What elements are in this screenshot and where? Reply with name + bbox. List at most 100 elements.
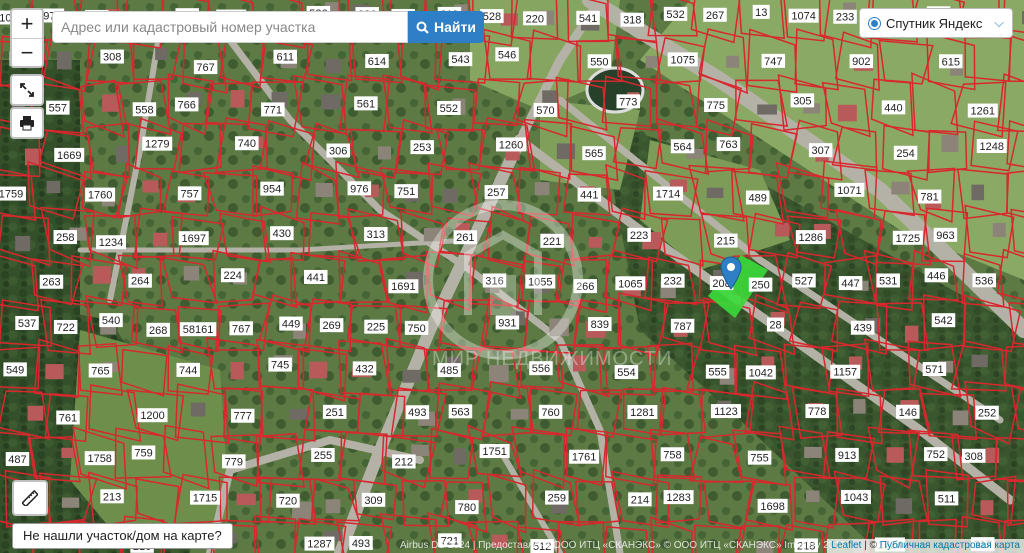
parcel-label[interactable]: 752 [924,447,948,462]
parcel-label[interactable]: 552 [437,100,461,115]
parcel-label[interactable]: 787 [670,318,695,333]
parcel-label[interactable]: 268 [146,322,170,337]
parcel-label[interactable]: 1261 [967,103,998,118]
parcel-label[interactable]: 563 [448,404,473,419]
parcel-label[interactable]: 1715 [190,490,221,505]
parcel-label[interactable]: 976 [347,181,372,196]
parcel-label[interactable]: 779 [222,454,246,469]
parcel-label[interactable]: 565 [582,146,606,161]
parcel-label[interactable]: 430 [270,226,294,241]
parcel-label[interactable]: 546 [495,47,519,62]
parcel-label[interactable]: 557 [46,100,70,115]
parcel-label[interactable]: 446 [924,268,949,283]
parcel-label[interactable]: 744 [176,362,200,377]
parcel-label[interactable]: 432 [352,361,377,376]
parcel-label[interactable]: 775 [704,98,728,113]
parcel-label[interactable]: 263 [39,274,64,289]
parcel-label[interactable]: 561 [354,96,378,111]
parcel-label[interactable]: 439 [850,320,875,335]
parcel-label[interactable]: 1043 [840,489,871,504]
parcel-label[interactable]: 761 [56,410,80,425]
print-button[interactable] [10,107,44,139]
parcel-label[interactable]: 1287 [304,536,335,551]
parcel-label[interactable]: 750 [404,320,429,335]
parcel-label[interactable]: 1065 [615,276,646,291]
parcel-label[interactable]: 493 [405,405,430,420]
parcel-label[interactable]: 511 [934,491,959,506]
parcel-label[interactable]: 611 [273,49,298,64]
parcel-label[interactable]: 254 [893,145,918,160]
parcel-label[interactable]: 781 [917,189,942,204]
parcel-label[interactable]: 1200 [137,408,168,423]
parcel-label[interactable]: 1761 [569,449,600,464]
parcel-label[interactable]: 555 [705,364,730,379]
parcel-label[interactable]: 963 [933,227,958,242]
parcel-label[interactable]: 1669 [54,147,85,162]
parcel-label[interactable]: 224 [220,268,245,283]
parcel-label[interactable]: 1283 [663,490,694,505]
parcel-label[interactable]: 307 [808,143,833,158]
parcel-label[interactable]: 902 [849,54,874,69]
parcel-label[interactable]: 1725 [892,230,923,245]
parcel-label[interactable]: 1691 [388,279,419,294]
parcel-label[interactable]: 267 [703,7,727,22]
parcel-label[interactable]: 720 [276,493,300,508]
parcel-label[interactable]: 13 [752,4,770,19]
parcel-label[interactable]: 543 [448,52,473,67]
parcel-label[interactable]: 213 [100,489,124,504]
parcel-label[interactable]: 257 [484,185,509,200]
parcel-label[interactable]: 747 [761,53,786,68]
parcel-label[interactable]: 570 [533,102,558,117]
parcel-label[interactable]: 767 [229,321,253,336]
parcel-label[interactable]: 308 [961,448,986,463]
parcel-label[interactable]: 221 [540,233,564,248]
parcel-label[interactable]: 306 [326,143,350,158]
parcel-label[interactable]: 252 [975,405,999,420]
parcel-label[interactable]: 233 [833,9,857,24]
parcel-label[interactable]: 58161 [179,322,217,337]
parcel-label[interactable]: 564 [670,139,695,154]
parcel-label[interactable]: 839 [588,317,612,332]
parcel-label[interactable]: 232 [661,273,685,288]
parcel-label[interactable]: 255 [311,447,335,462]
parcel-label[interactable]: 250 [748,277,773,292]
parcel-label[interactable]: 318 [620,12,645,27]
parcel-label[interactable]: 269 [319,318,344,333]
parcel-label[interactable]: 527 [792,273,816,288]
parcel-label[interactable]: 765 [88,363,113,378]
parcel-label[interactable]: 212 [392,454,416,469]
parcel-label[interactable]: 1071 [834,182,865,197]
layer-select[interactable]: Спутник Яндекс ⌵ [859,8,1013,38]
parcel-label[interactable]: 614 [365,53,389,68]
parcel-label[interactable]: 757 [177,186,202,201]
parcel-label[interactable]: 441 [577,187,602,202]
parcel-label[interactable]: 954 [260,181,284,196]
parcel-label[interactable]: 251 [322,404,347,419]
parcel-label[interactable]: 1286 [795,230,826,245]
parcel-label[interactable]: 778 [805,404,829,419]
parcel-label[interactable]: 258 [53,230,78,245]
parcel-label[interactable]: 305 [790,93,815,108]
zoom-out-button[interactable]: − [12,38,42,67]
parcel-label[interactable]: 1157 [830,364,861,379]
parcel-label[interactable]: 1248 [976,138,1007,153]
parcel-label[interactable]: 259 [545,490,569,505]
parcel-label[interactable]: 767 [193,60,218,75]
parcel-label[interactable]: 780 [455,500,479,515]
parcel-label[interactable]: 777 [230,408,255,423]
parcel-label[interactable]: 28 [766,317,784,332]
parcel-label[interactable]: 550 [587,54,612,69]
search-button[interactable]: Найти [408,11,484,43]
satellite-map[interactable]: 1087105597610651134208174552752653153453… [0,0,1024,553]
parcel-label[interactable]: 540 [99,313,123,328]
parcel-label[interactable]: 755 [747,450,772,465]
search-input[interactable] [52,11,408,43]
parcel-label[interactable]: 1758 [84,451,115,466]
parcel-label[interactable]: 571 [922,362,947,377]
pkk-link[interactable]: Публичная кадастровая карта [880,540,1020,551]
map-marker-icon[interactable] [720,256,742,290]
parcel-label[interactable]: 759 [131,445,156,460]
parcel-label[interactable]: 1760 [85,187,116,202]
parcel-label[interactable]: 1075 [667,52,698,67]
parcel-label[interactable]: 447 [838,276,863,291]
